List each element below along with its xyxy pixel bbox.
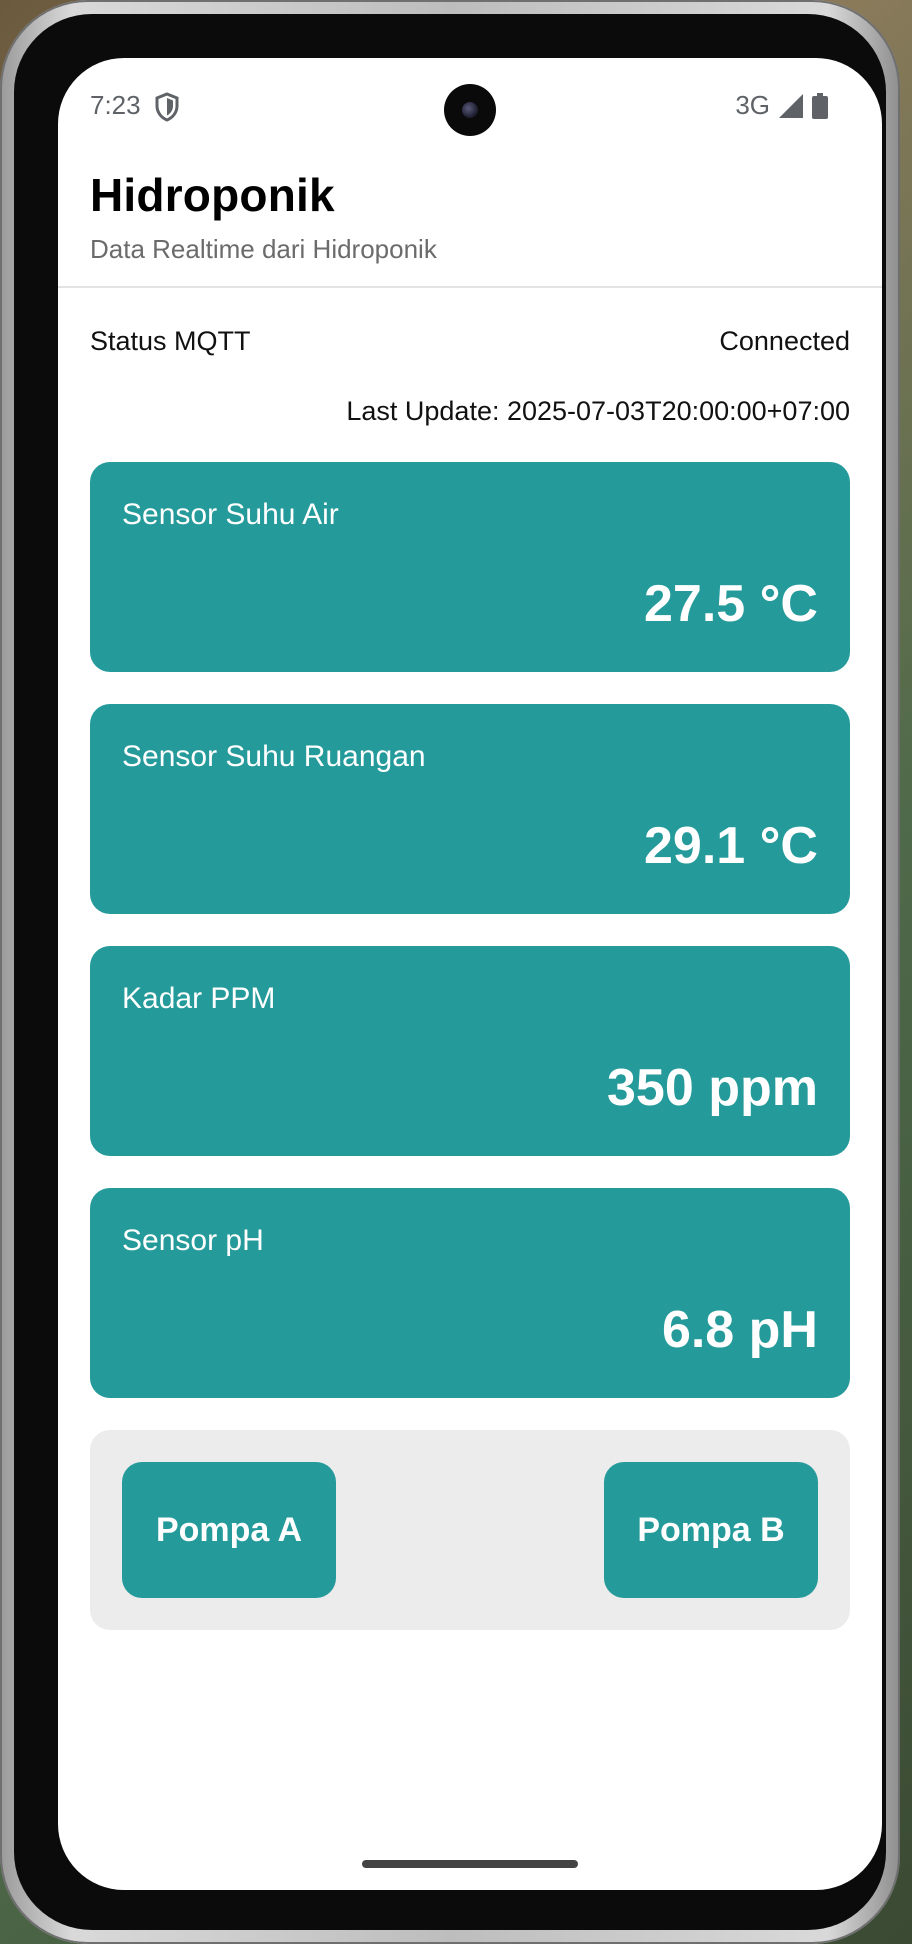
pump-b-button[interactable]: Pompa B bbox=[604, 1462, 818, 1598]
home-indicator[interactable] bbox=[362, 1860, 578, 1868]
sensor-label: Sensor pH bbox=[122, 1224, 264, 1257]
battery-icon bbox=[812, 92, 828, 119]
sensor-card-ppm: Kadar PPM 350 ppm bbox=[90, 946, 850, 1156]
network-type: 3G bbox=[735, 90, 770, 120]
pump-control-panel: Pompa A Pompa B bbox=[90, 1430, 850, 1630]
sensor-value: 350 ppm bbox=[607, 1059, 818, 1117]
pump-a-button[interactable]: Pompa A bbox=[122, 1462, 336, 1598]
last-update-text: Last Update: 2025-07-03T20:00:00+07:00 bbox=[346, 396, 850, 426]
sensor-label: Sensor Suhu Air bbox=[122, 498, 339, 531]
sensor-value: 29.1 °C bbox=[643, 817, 818, 875]
status-bar: 7:23 3G bbox=[58, 58, 882, 148]
status-indicators: 3G bbox=[735, 90, 828, 121]
signal-icon bbox=[779, 93, 803, 118]
shield-icon bbox=[155, 92, 179, 122]
mqtt-status-label: Status MQTT bbox=[90, 326, 251, 356]
mqtt-status-value: Connected bbox=[719, 326, 850, 356]
sensor-label: Kadar PPM bbox=[122, 982, 276, 1015]
phone-frame: 7:23 3G Hidroponik Data Realtime dari Hi… bbox=[0, 0, 900, 1944]
header-divider bbox=[58, 286, 882, 288]
sensor-card-room-temp: Sensor Suhu Ruangan 29.1 °C bbox=[90, 704, 850, 914]
camera-lens bbox=[462, 102, 478, 118]
page-subtitle: Data Realtime dari Hidroponik bbox=[90, 234, 437, 264]
sensor-value: 6.8 pH bbox=[661, 1301, 818, 1359]
sensor-value: 27.5 °C bbox=[643, 575, 818, 633]
status-time: 7:23 bbox=[90, 90, 141, 120]
camera-icon bbox=[444, 84, 496, 136]
app-header: Hidroponik Data Realtime dari Hidroponik bbox=[90, 168, 850, 265]
mqtt-status-row: Status MQTT Connected bbox=[90, 326, 850, 366]
sensor-card-water-temp: Sensor Suhu Air 27.5 °C bbox=[90, 462, 850, 672]
phone-bezel: 7:23 3G Hidroponik Data Realtime dari Hi… bbox=[14, 14, 886, 1930]
page-title: Hidroponik bbox=[90, 169, 335, 221]
sensor-card-ph: Sensor pH 6.8 pH bbox=[90, 1188, 850, 1398]
sensor-label: Sensor Suhu Ruangan bbox=[122, 740, 426, 773]
screen: 7:23 3G Hidroponik Data Realtime dari Hi… bbox=[58, 58, 882, 1890]
